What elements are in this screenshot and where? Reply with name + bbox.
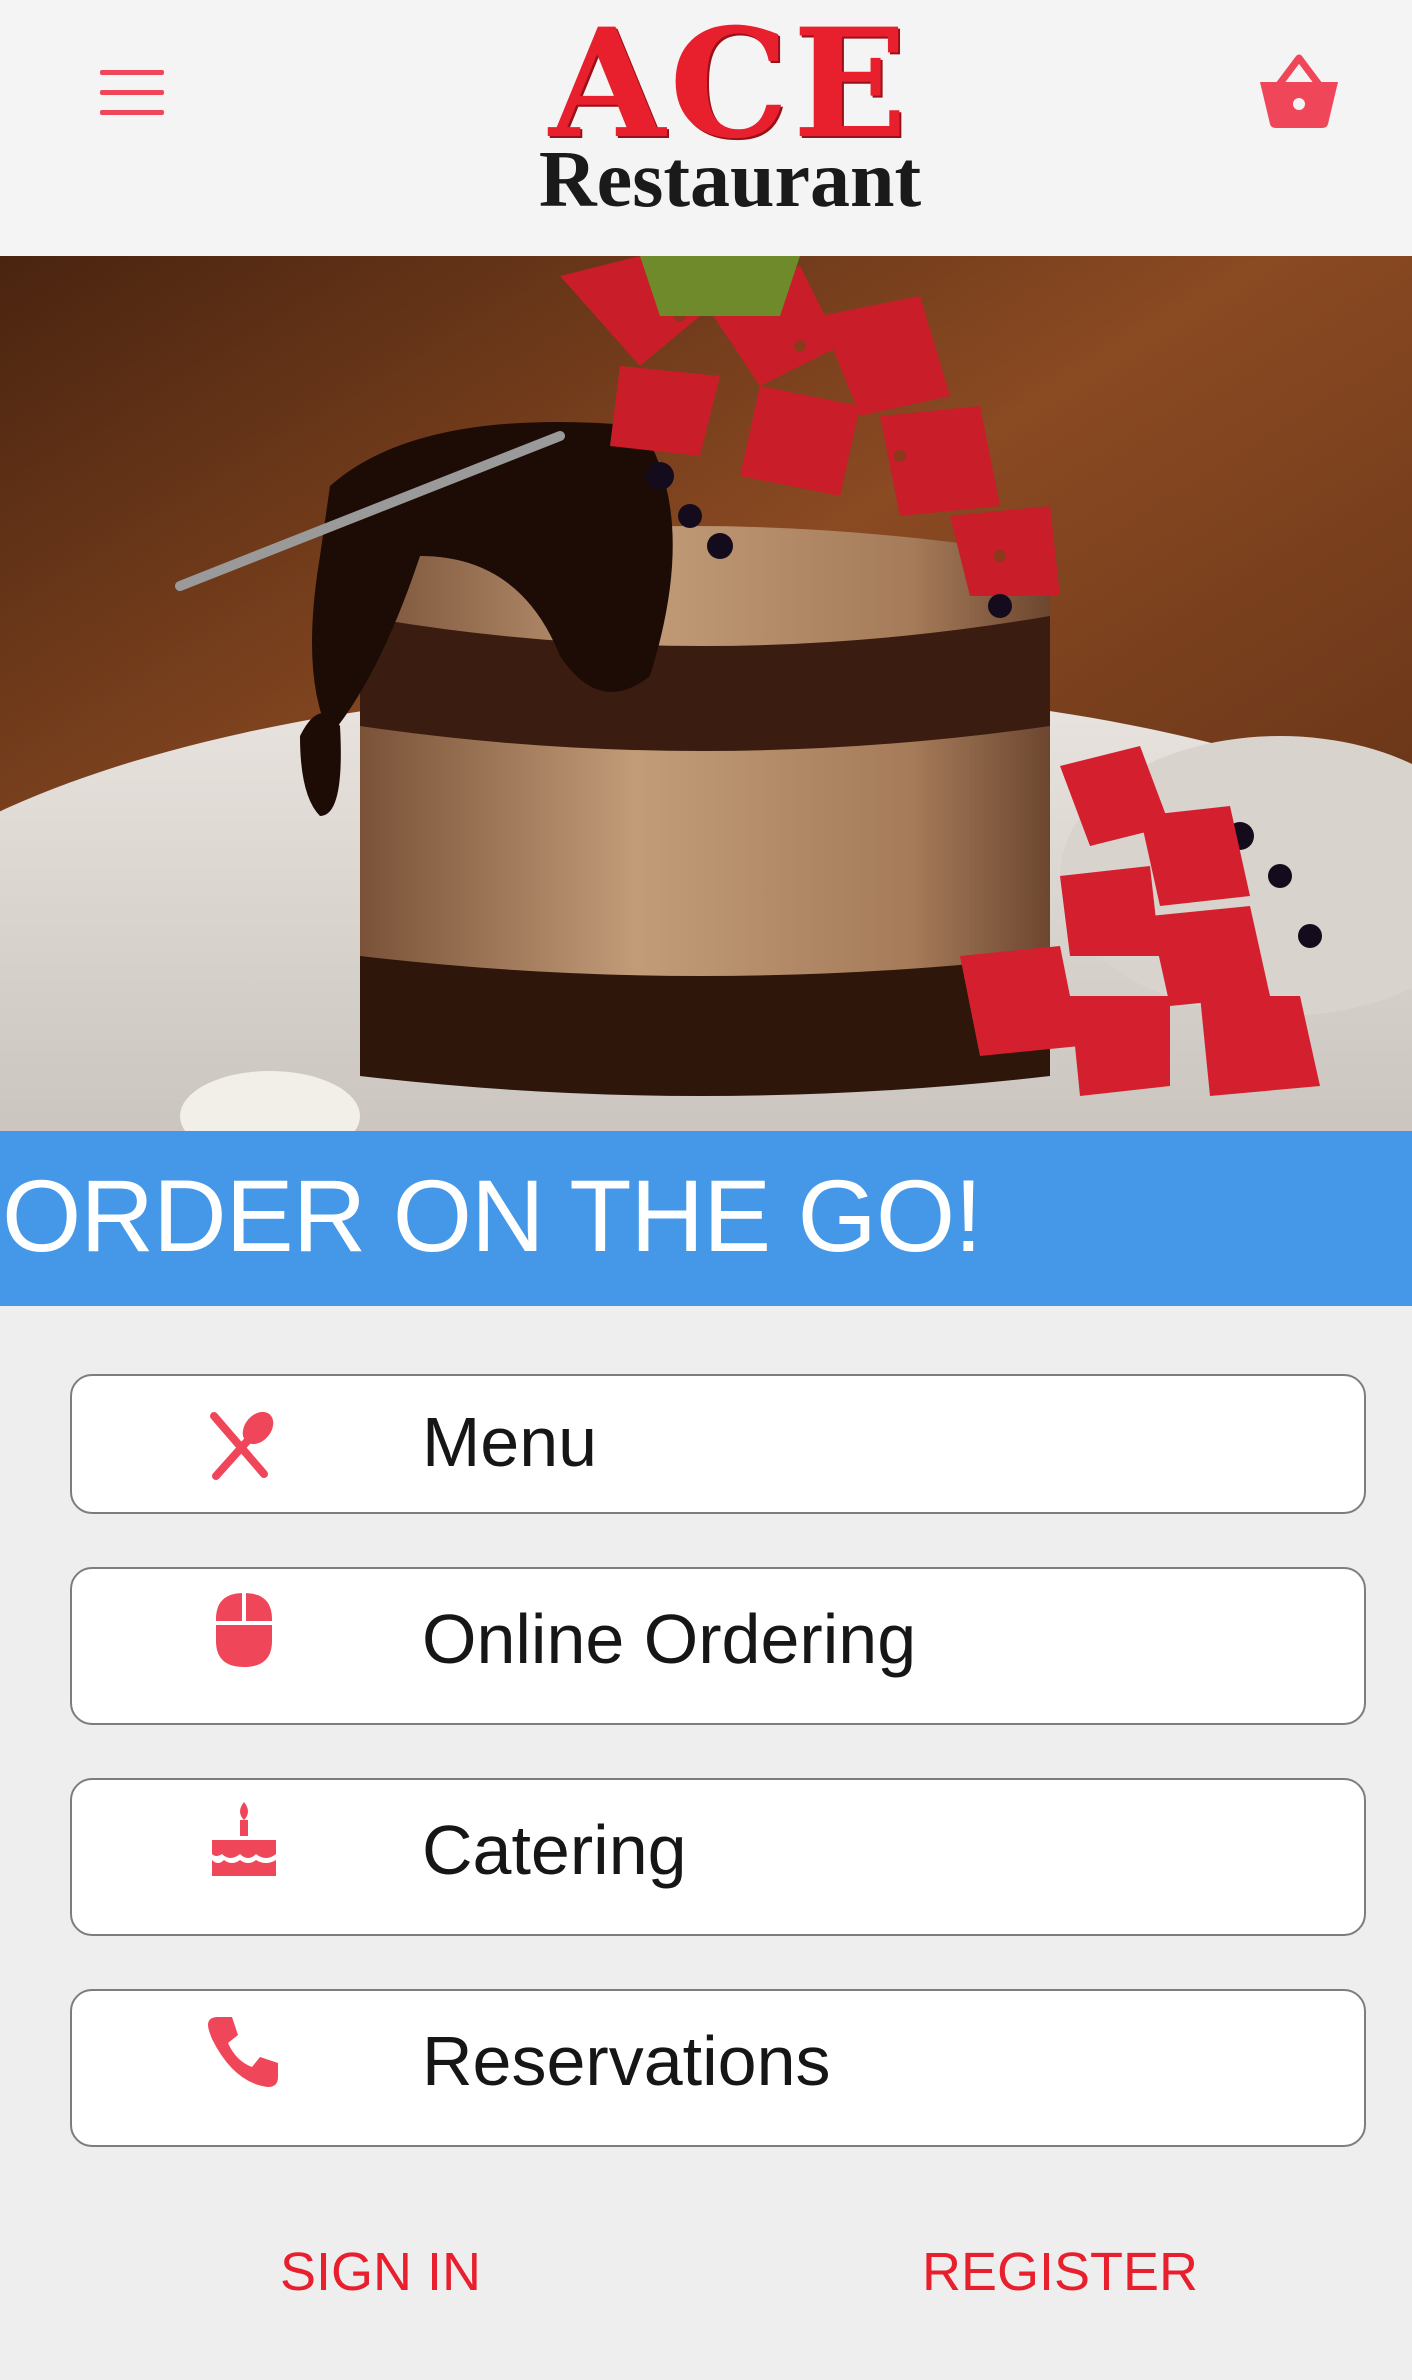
shopping-basket-icon[interactable]: [1258, 52, 1340, 130]
online-ordering-button[interactable]: Online Ordering: [70, 1567, 1366, 1725]
register-link[interactable]: REGISTER: [922, 2240, 1198, 2304]
online-ordering-label: Online Ordering: [422, 1600, 917, 1678]
reservations-label: Reservations: [422, 2022, 831, 2100]
banner-text: ORDER ON THE GO!: [2, 1159, 983, 1273]
app-header: ACE Restaurant: [0, 0, 1412, 257]
catering-label: Catering: [422, 1811, 687, 1889]
catering-button[interactable]: Catering: [70, 1778, 1366, 1936]
sign-in-link[interactable]: SIGN IN: [280, 2240, 481, 2304]
menu-button[interactable]: Menu: [70, 1374, 1366, 1514]
hero-dessert-image: [0, 256, 1412, 1131]
reservations-button[interactable]: Reservations: [70, 1989, 1366, 2147]
menu-label: Menu: [422, 1403, 598, 1481]
logo-subtitle: Restaurant: [538, 136, 922, 224]
hamburger-menu-icon[interactable]: [100, 70, 168, 118]
cake-icon: [204, 1800, 284, 1880]
fork-spoon-icon: [204, 1406, 284, 1486]
logo-title: ACE: [548, 0, 912, 172]
restaurant-logo[interactable]: ACE Restaurant: [500, 0, 960, 224]
mouse-icon: [204, 1589, 284, 1669]
phone-icon: [204, 2011, 284, 2091]
promo-banner: ORDER ON THE GO!: [0, 1131, 1412, 1306]
